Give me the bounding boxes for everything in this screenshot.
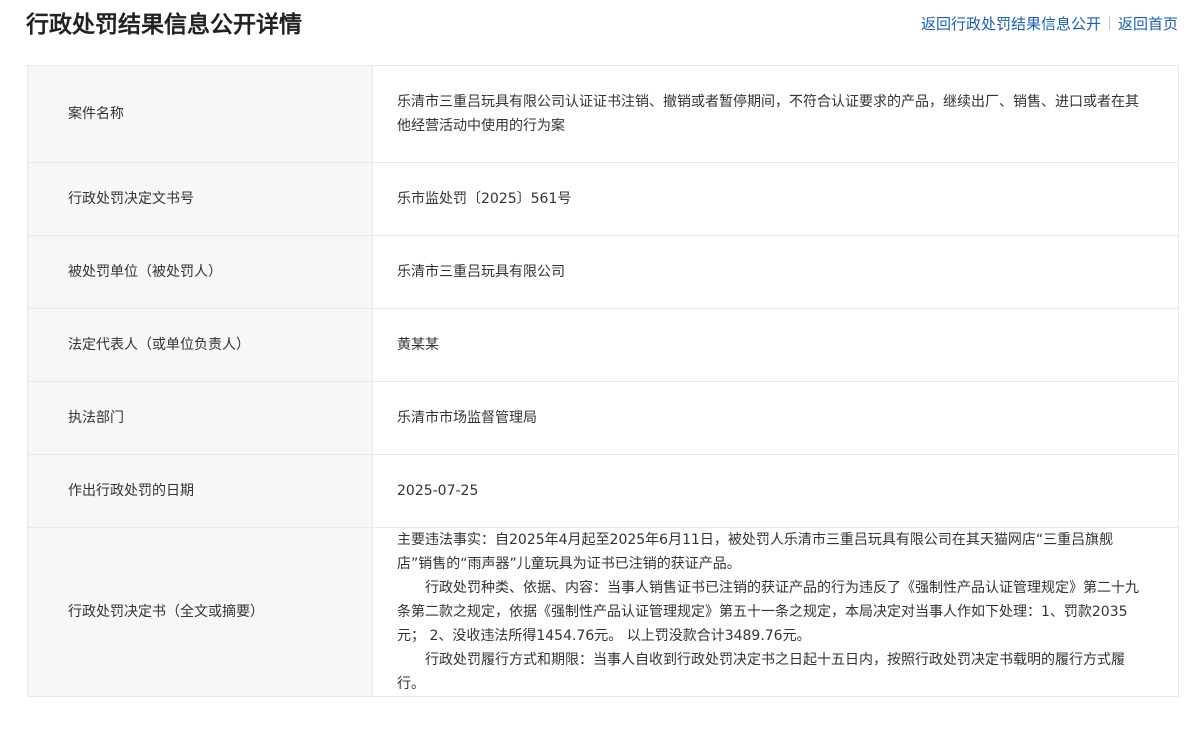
decision-document-value: 主要违法事实：自2025年4月起至2025年6月11日，被处罚人乐清市三重吕玩具…	[372, 527, 1179, 697]
penalized-party-label: 被处罚单位（被处罚人）	[27, 235, 373, 309]
header-nav: 返回行政处罚结果信息公开 返回首页	[921, 12, 1178, 36]
decision-number-value: 乐市监处罚〔2025〕561号	[372, 162, 1179, 236]
penalty-basis-paragraph: 行政处罚种类、依据、内容：当事人销售证书已注销的获证产品的行为违反了《强制性产品…	[397, 580, 1139, 644]
table-row-decision-date: 作出行政处罚的日期 2025-07-25	[27, 454, 1179, 528]
decision-document-label: 行政处罚决定书（全文或摘要）	[27, 527, 373, 697]
table-row-decision-document: 行政处罚决定书（全文或摘要） 主要违法事实：自2025年4月起至2025年6月1…	[27, 527, 1179, 697]
enforcement-department-label: 执法部门	[27, 381, 373, 455]
back-to-home-link[interactable]: 返回首页	[1118, 15, 1178, 33]
legal-representative-label: 法定代表人（或单位负责人）	[27, 308, 373, 382]
page-title: 行政处罚结果信息公开详情	[26, 12, 302, 38]
table-row-penalized-party: 被处罚单位（被处罚人） 乐清市三重吕玩具有限公司	[27, 235, 1179, 309]
detail-table: 案件名称 乐清市三重吕玩具有限公司认证证书注销、撤销或者暂停期间，不符合认证要求…	[27, 65, 1179, 697]
legal-representative-value: 黄某某	[372, 308, 1179, 382]
fulfillment-method-paragraph: 行政处罚履行方式和期限：当事人自收到行政处罚决定书之日起十五日内，按照行政处罚决…	[397, 652, 1125, 692]
violation-facts-paragraph: 主要违法事实：自2025年4月起至2025年6月11日，被处罚人乐清市三重吕玩具…	[397, 532, 1114, 572]
decision-number-label: 行政处罚决定文书号	[27, 162, 373, 236]
decision-date-label: 作出行政处罚的日期	[27, 454, 373, 528]
case-name-value: 乐清市三重吕玩具有限公司认证证书注销、撤销或者暂停期间，不符合认证要求的产品，继…	[372, 65, 1179, 163]
case-name-label: 案件名称	[27, 65, 373, 163]
table-row-legal-representative: 法定代表人（或单位负责人） 黄某某	[27, 308, 1179, 382]
back-to-list-link[interactable]: 返回行政处罚结果信息公开	[921, 15, 1101, 33]
page: 行政处罚结果信息公开详情 返回行政处罚结果信息公开 返回首页 案件名称 乐清市三重…	[0, 0, 1184, 744]
penalized-party-value: 乐清市三重吕玩具有限公司	[372, 235, 1179, 309]
decision-date-value: 2025-07-25	[372, 454, 1179, 528]
nav-divider	[1108, 16, 1110, 30]
table-row-case-name: 案件名称 乐清市三重吕玩具有限公司认证证书注销、撤销或者暂停期间，不符合认证要求…	[27, 65, 1179, 163]
enforcement-department-value: 乐清市市场监督管理局	[372, 381, 1179, 455]
page-header: 行政处罚结果信息公开详情 返回行政处罚结果信息公开 返回首页	[0, 0, 1184, 50]
table-row-enforcement-department: 执法部门 乐清市市场监督管理局	[27, 381, 1179, 455]
table-row-decision-number: 行政处罚决定文书号 乐市监处罚〔2025〕561号	[27, 162, 1179, 236]
